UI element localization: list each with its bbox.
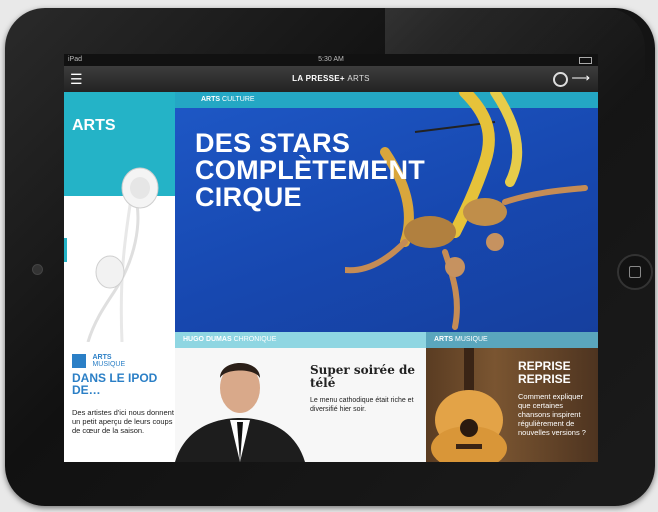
share-icon[interactable]: ⟶ (571, 70, 590, 86)
battery-icon (579, 57, 592, 64)
tag-sub: MUSIQUE (92, 361, 126, 368)
chronique-description: Le menu cathodique était riche et divers… (310, 397, 414, 413)
chronique-card[interactable]: Super soirée de télé Le menu cathodique … (175, 348, 426, 462)
music-kicker-main: ARTS (434, 336, 454, 343)
ipod-headline[interactable]: DANS LE IPOD DE… (72, 372, 172, 396)
chronique-kicker-sub: CHRONIQUE (233, 336, 277, 343)
brand-name: LA PRESSE+ (292, 74, 345, 83)
hero-title-line3: CIRQUE (195, 182, 302, 212)
top-nav-bar: ☰ LA PRESSE+ ARTS ⟶ (64, 66, 598, 92)
arts-sidebar-card[interactable]: ARTS ARTS MUSIQUE DANS LE IPOD DE… Des a… (64, 92, 175, 462)
hero-title-line2: COMPLÈTEMENT (195, 155, 426, 185)
music-kicker: ARTS MUSIQUE (426, 332, 598, 348)
chronique-kicker-main: HUGO DUMAS (183, 336, 232, 343)
section-title: ARTS (72, 117, 116, 134)
acrobats-image (345, 92, 588, 330)
hero-title[interactable]: DES STARS COMPLÈTEMENT CIRQUE (195, 130, 425, 211)
music-description: Comment expliquer que certaines chansons… (518, 392, 586, 437)
music-title-line2: REPRISE (518, 372, 571, 386)
hero-article[interactable]: ARTS CULTURE DES STARS COMPLÈTEMENT CIRQ… (175, 92, 598, 332)
music-kicker-sub: MUSIQUE (455, 336, 488, 343)
category-tag: ARTS MUSIQUE (72, 354, 125, 372)
home-button[interactable] (617, 254, 653, 290)
status-bar: iPad 5:30 AM (64, 54, 598, 66)
tag-labels: ARTS MUSIQUE (92, 354, 125, 368)
podcast-icon[interactable] (553, 72, 568, 87)
earbuds-image (86, 167, 159, 342)
music-card[interactable]: REPRISE REPRISE Comment expliquer que ce… (426, 348, 598, 462)
guitar-image (431, 348, 507, 462)
hero-kicker-sub: CULTURE (222, 96, 255, 103)
ipod-description: Des artistes d'ici nous donnent un petit… (72, 408, 174, 435)
section-name: ARTS (347, 74, 370, 83)
status-time: 5:30 AM (318, 56, 344, 63)
music-title[interactable]: REPRISE REPRISE (518, 360, 571, 386)
hero-title-line1: DES STARS (195, 128, 351, 158)
app-screen: iPad 5:30 AM ☰ LA PRESSE+ ARTS ⟶ ARTS AR… (64, 54, 598, 462)
chronique-kicker: HUGO DUMAS CHRONIQUE (175, 332, 426, 348)
hero-kicker-main: ARTS (201, 96, 221, 103)
tag-main: ARTS (92, 354, 112, 361)
accent-bar (64, 238, 67, 262)
chronique-title[interactable]: Super soirée de télé (310, 364, 420, 390)
app-brand: LA PRESSE+ ARTS (64, 74, 598, 83)
front-camera (32, 264, 43, 275)
columnist-photo (175, 363, 305, 462)
tag-square-icon (72, 354, 86, 368)
